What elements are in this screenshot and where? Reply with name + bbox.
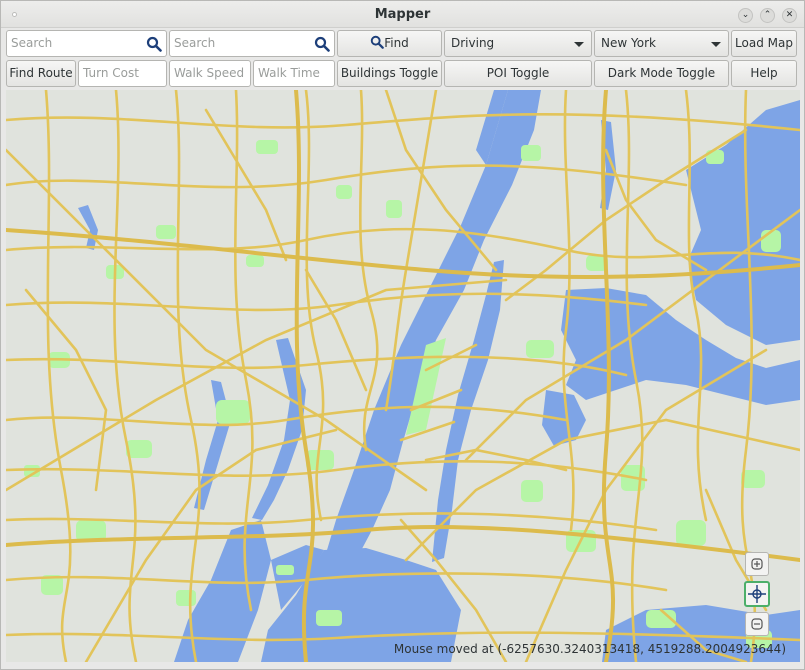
- close-icon[interactable]: ✕: [782, 8, 797, 23]
- search-icon: [370, 35, 385, 49]
- city-value: New York: [601, 36, 656, 50]
- poi-toggle-button[interactable]: POI Toggle: [444, 60, 592, 87]
- travel-mode-select[interactable]: Driving: [444, 30, 592, 57]
- minimize-icon[interactable]: ⌄: [738, 8, 753, 23]
- toolbar: Search Search Find Driving New York Load…: [1, 28, 804, 90]
- maximize-icon[interactable]: ⌃: [760, 8, 775, 23]
- map-canvas[interactable]: Mouse moved at (-6257630.3240313418, 451…: [6, 90, 800, 662]
- zoom-out-button[interactable]: [745, 612, 769, 636]
- find-label: Find: [384, 36, 409, 50]
- zoom-out-icon: [751, 618, 763, 630]
- buildings-toggle-button[interactable]: Buildings Toggle: [337, 60, 442, 87]
- dark-mode-toggle-button[interactable]: Dark Mode Toggle: [594, 60, 729, 87]
- walk-speed-input[interactable]: Walk Speed: [169, 60, 251, 87]
- search-icon[interactable]: [314, 36, 330, 52]
- mouse-position-status: Mouse moved at (-6257630.3240313418, 451…: [393, 642, 786, 656]
- chevron-down-icon: [574, 42, 584, 47]
- search-input-end[interactable]: Search: [169, 30, 335, 57]
- travel-mode-value: Driving: [451, 36, 495, 50]
- turn-cost-input[interactable]: Turn Cost: [78, 60, 167, 87]
- find-button[interactable]: Find: [337, 30, 442, 57]
- pan-button[interactable]: [744, 581, 770, 607]
- title-bar: Mapper ⌄ ⌃ ✕: [1, 1, 804, 28]
- app-window: Mapper ⌄ ⌃ ✕ Search Search Find Driving …: [0, 0, 805, 670]
- search-input-start[interactable]: Search: [6, 30, 167, 57]
- map-drawing[interactable]: [6, 90, 800, 662]
- search-icon[interactable]: [146, 36, 162, 52]
- find-route-button[interactable]: Find Route: [6, 60, 76, 87]
- help-button[interactable]: Help: [731, 60, 797, 87]
- load-map-button[interactable]: Load Map: [731, 30, 797, 57]
- city-select[interactable]: New York: [594, 30, 729, 57]
- walk-time-input[interactable]: Walk Time: [253, 60, 335, 87]
- chevron-down-icon: [711, 42, 721, 47]
- zoom-in-icon: [751, 558, 763, 570]
- pan-crosshair-icon: [748, 585, 766, 603]
- zoom-in-button[interactable]: [745, 552, 769, 576]
- window-title: Mapper: [374, 7, 431, 22]
